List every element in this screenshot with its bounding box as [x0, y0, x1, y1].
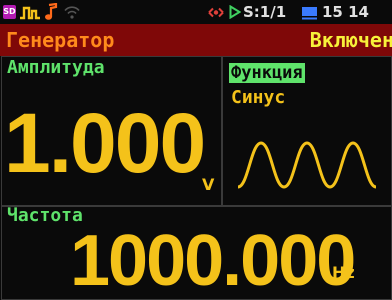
- device-screen: SD S:1/1 15 14 Генератор Включен Амплиту…: [0, 0, 392, 300]
- generator-state[interactable]: Включен: [310, 24, 392, 56]
- link-icon: [208, 7, 224, 18]
- function-label: Функция: [229, 63, 305, 83]
- function-value[interactable]: Синус: [231, 87, 285, 108]
- sd-label: SD: [3, 7, 16, 16]
- music-note-icon: [45, 3, 58, 20]
- play-icon: [229, 5, 241, 19]
- amplitude-value[interactable]: 1.000: [4, 93, 206, 193]
- frequency-unit: Hz: [332, 263, 355, 282]
- sine-wave-icon: [237, 141, 377, 189]
- status-bar: SD S:1/1 15 14: [0, 0, 392, 24]
- sd-card-icon: SD: [3, 5, 16, 19]
- pulse-icon: [20, 6, 40, 20]
- frequency-value[interactable]: 1000.000: [70, 221, 356, 300]
- page-title: Генератор: [6, 28, 115, 52]
- wifi-icon: [64, 6, 80, 19]
- play-status: S:1/1: [243, 3, 287, 21]
- amplitude-unit: V: [202, 175, 215, 194]
- amplitude-label: Амплитуда: [7, 57, 105, 78]
- frequency-panel[interactable]: Частота 1000.000 Hz: [1, 205, 392, 300]
- amplitude-panel[interactable]: Амплитуда 1.000 V: [1, 56, 222, 206]
- header-bar: Генератор Включен: [0, 24, 392, 56]
- pc-icon: [302, 7, 317, 20]
- function-panel[interactable]: Функция Синус: [222, 56, 392, 206]
- status-counter: 15 14: [322, 3, 369, 21]
